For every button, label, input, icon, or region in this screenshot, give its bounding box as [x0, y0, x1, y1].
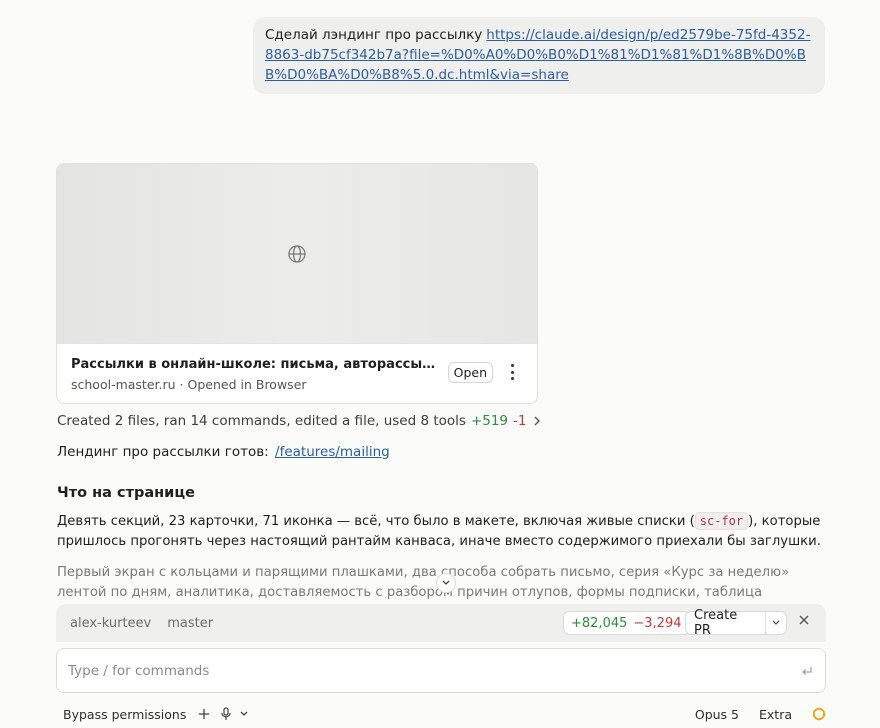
model-selector[interactable]: Opus 5: [695, 707, 739, 722]
diff-added: +82,045: [571, 615, 628, 631]
chevron-down-icon: [442, 580, 450, 585]
ready-text: Лендинг про рассылки готов:: [57, 444, 269, 460]
close-icon[interactable]: [798, 614, 810, 626]
user-message-text: Сделай лэндинг про рассылку: [265, 27, 483, 43]
command-input[interactable]: [68, 662, 800, 679]
enter-icon[interactable]: [800, 665, 814, 677]
diff-stats[interactable]: +82,045 −3,294: [563, 611, 690, 635]
preview-footer: Рассылки в онлайн-школе: письма, авторас…: [57, 344, 537, 403]
composer: [56, 648, 826, 693]
chevron-down-icon[interactable]: [237, 704, 251, 724]
spinner-icon: [812, 707, 826, 721]
microphone-icon[interactable]: [215, 704, 237, 724]
more-options-icon[interactable]: [505, 364, 519, 380]
create-pr-button[interactable]: Create PR: [685, 608, 787, 638]
paragraph-sections: Девять секций, 23 карточки, 71 иконка — …: [57, 511, 832, 552]
globe-icon: [288, 244, 306, 263]
user-message: Сделай лэндинг про рассылку https://claud…: [253, 17, 825, 94]
chevron-down-icon: [772, 620, 780, 625]
open-button[interactable]: Open: [447, 362, 493, 383]
lines-removed: -1: [513, 413, 527, 429]
chevron-right-icon: [534, 416, 540, 426]
lines-added: +519: [470, 413, 509, 429]
section-heading: Что на странице: [57, 485, 195, 501]
preview-status: Opened in Browser: [187, 377, 307, 392]
branch-bar: alex-kurteev master +82,045 −3,294 Creat…: [56, 604, 826, 642]
permissions-selector[interactable]: Bypass permissions: [56, 707, 193, 722]
tool-summary[interactable]: Created 2 files, ran 14 commands, edited…: [57, 413, 542, 429]
preview-title: Рассылки в онлайн-школе: письма, авторас…: [71, 357, 441, 372]
preview-domain: school-master.ru: [71, 377, 176, 392]
link-preview-card[interactable]: Рассылки в онлайн-школе: письма, авторас…: [56, 163, 538, 404]
inline-code: sc-for: [694, 512, 749, 530]
features-mailing-link[interactable]: /features/mailing: [275, 444, 390, 460]
diff-removed: −3,294: [633, 615, 682, 631]
preview-thumbnail: [57, 164, 537, 344]
repo-user: alex-kurteev: [70, 615, 152, 631]
branch-name[interactable]: master: [167, 616, 213, 631]
bottom-toolbar: Bypass permissions Opus 5 Extra: [56, 703, 826, 725]
create-pr-label: Create PR: [694, 608, 738, 638]
ready-line: Лендинг про рассылки готов: /features/ma…: [57, 444, 390, 460]
effort-selector[interactable]: Extra: [759, 707, 792, 722]
model-controls: Opus 5 Extra: [695, 707, 826, 722]
create-pr-dropdown[interactable]: [764, 612, 786, 634]
paragraph-text-start: Девять секций, 23 карточки, 71 иконка — …: [57, 514, 695, 529]
scroll-down-button[interactable]: [436, 573, 456, 593]
tool-summary-text: Created 2 files, ran 14 commands, edited…: [57, 413, 466, 429]
preview-separator: ·: [179, 377, 184, 392]
add-icon[interactable]: [193, 704, 215, 724]
